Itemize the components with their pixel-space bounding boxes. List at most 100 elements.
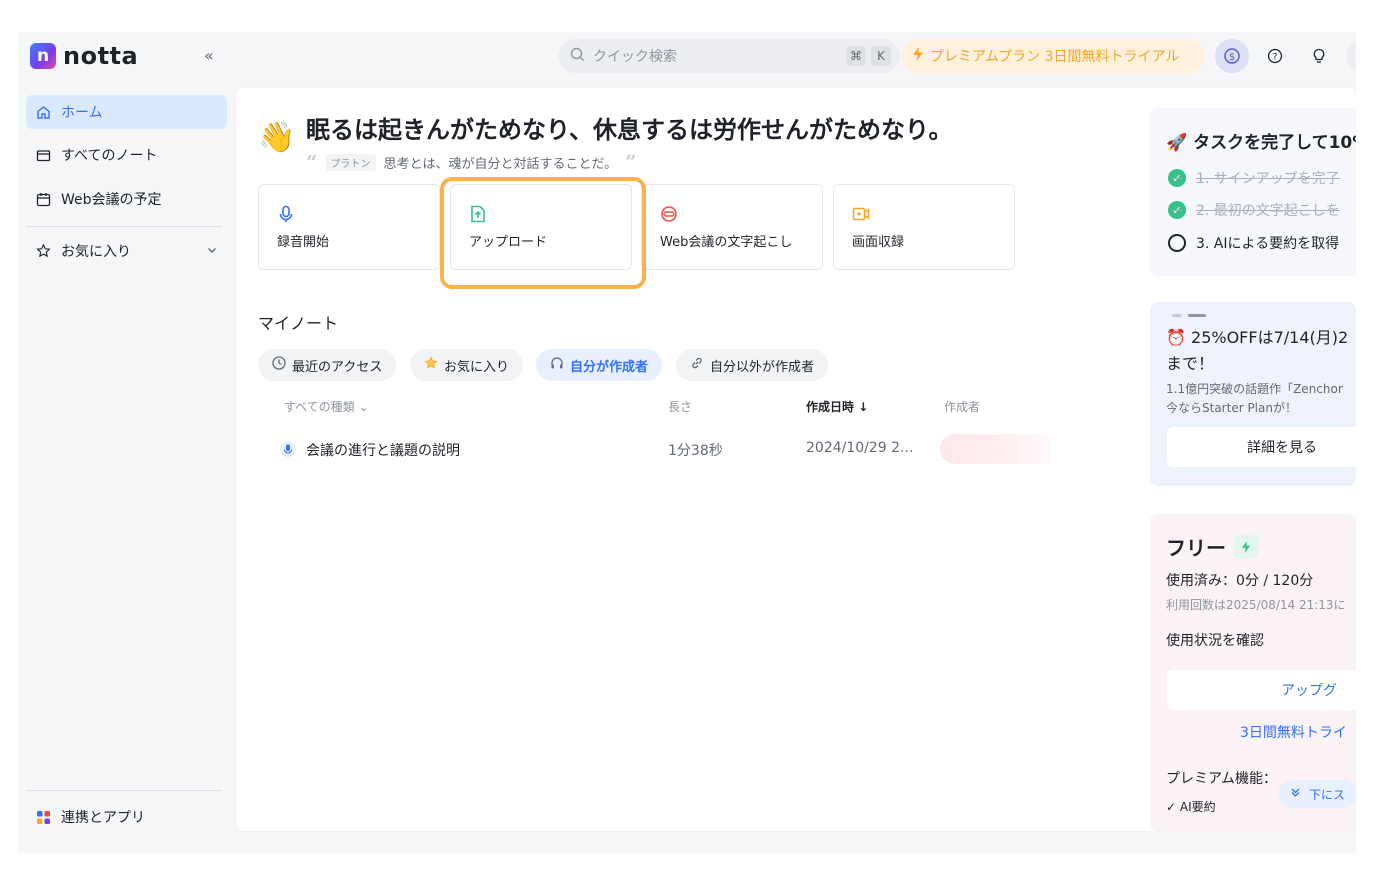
filter-recent[interactable]: 最近のアクセス xyxy=(258,349,397,381)
shortcut-key-k: K xyxy=(871,46,891,66)
sidebar-item-home[interactable]: ホーム xyxy=(26,95,227,129)
task-item-ai-summary[interactable]: 3. AIによる要約を取得 xyxy=(1168,233,1339,253)
search-input[interactable]: クイック検索 ⌘ K xyxy=(558,39,900,73)
svg-text:$: $ xyxy=(1229,52,1235,63)
lightbulb-icon[interactable] xyxy=(1302,39,1336,73)
meeting-link-icon xyxy=(661,206,677,222)
filter-favorites[interactable]: お気に入り xyxy=(410,349,524,381)
note-created: 2024/10/29 2... xyxy=(806,440,914,456)
quote-author: プラトン xyxy=(325,153,376,171)
sidebar-bottom-divider xyxy=(26,790,222,791)
search-placeholder: クイック検索 xyxy=(593,49,677,65)
feature-ai-summary: ✓ AI要約 xyxy=(1166,800,1216,814)
plan-name: フリー xyxy=(1166,536,1226,560)
sidebar-item-label: お気に入り xyxy=(61,244,131,260)
screen-record-label: 画面収録 xyxy=(852,235,905,250)
upload-button[interactable]: アップロード xyxy=(450,184,632,270)
filter-created-by-others[interactable]: 自分以外が作成者 xyxy=(676,349,829,381)
upload-label: アップロード xyxy=(469,235,548,250)
filter-created-by-me[interactable]: 自分が作成者 xyxy=(536,349,663,381)
sidebar-item-all-notes[interactable]: すべてのノート xyxy=(26,138,227,172)
sidebar-item-integrations[interactable]: 連携とアプリ xyxy=(26,800,227,834)
home-icon xyxy=(36,105,51,120)
offer-card: ⏰ 25%OFFは7/14(月)2 まで！ 1.1億円突破の話題作「Zencho… xyxy=(1150,302,1356,486)
sidebar-item-label: 連携とアプリ xyxy=(61,810,145,826)
check-icon: ✓ xyxy=(1168,169,1186,187)
sidebar-item-label: ホーム xyxy=(61,105,103,121)
link-icon xyxy=(690,356,704,374)
column-type-label: すべての種類 xyxy=(284,400,355,414)
filter-label: 最近のアクセス xyxy=(292,359,383,375)
check-usage-link[interactable]: 使用状況を確認 xyxy=(1166,630,1264,650)
sidebar-item-label: すべてのノート xyxy=(61,148,158,164)
quote-text: 思考とは、魂が自分と対話することだ。 xyxy=(383,156,618,172)
record-button[interactable]: 録音開始 xyxy=(258,184,440,270)
task-label: 1. サインアップを完了 xyxy=(1196,171,1340,187)
notta-logo-mark-icon: n xyxy=(30,43,56,69)
creator-avatar xyxy=(940,434,1062,464)
task-item-signup[interactable]: ✓ 1. サインアップを完了 xyxy=(1168,168,1340,188)
plan-header: フリー xyxy=(1166,532,1258,561)
app-window: n notta « ホーム すべてのノート Web会議の予定 お気に入り 連携と… xyxy=(18,32,1356,853)
sidebar-item-label: Web会議の予定 xyxy=(61,192,162,208)
sidebar-item-favorites[interactable]: お気に入り xyxy=(26,234,227,268)
column-creator[interactable]: 作成者 xyxy=(944,398,980,415)
open-quote-icon: “ xyxy=(306,150,318,174)
record-label: 録音開始 xyxy=(277,235,330,250)
scroll-down-label: 下にス xyxy=(1309,787,1346,802)
meeting-transcribe-label: Web会議の文字起こし xyxy=(660,235,793,250)
chevron-down-icon[interactable] xyxy=(207,244,217,258)
premium-trial-button[interactable]: プレミアムプラン 3日間無料トライアル xyxy=(902,39,1205,73)
plan-usage: 使用済み：0分 / 120分 xyxy=(1166,573,1314,589)
plan-card: フリー 使用済み：0分 / 120分 利用回数は2025/08/14 21:13… xyxy=(1150,514,1356,831)
task-label: 2. 最初の文字起こしを xyxy=(1196,203,1340,219)
check-icon: ✓ xyxy=(1168,201,1186,219)
notta-logo[interactable]: n notta xyxy=(30,42,138,70)
note-title: 会議の進行と議題の説明 xyxy=(306,443,460,459)
column-type-filter[interactable]: すべての種類 ⌄ xyxy=(284,398,369,415)
search-icon xyxy=(570,47,585,66)
double-chevron-down-icon xyxy=(1290,787,1301,801)
clock-icon xyxy=(272,356,286,374)
offer-title-line2: まで！ xyxy=(1166,354,1215,373)
lightning-icon xyxy=(1234,534,1258,559)
free-trial-link[interactable]: 3日間無料トライ xyxy=(1240,722,1347,742)
collapse-sidebar-icon[interactable]: « xyxy=(204,46,214,65)
column-created-label: 作成日時 xyxy=(806,400,855,414)
table-row[interactable]: 会議の進行と議題の説明 1分38秒 2024/10/29 2... xyxy=(258,428,1108,470)
filter-label: 自分が作成者 xyxy=(570,359,649,375)
recording-note-icon xyxy=(280,441,296,461)
screen-record-icon xyxy=(852,207,870,221)
offer-details-button[interactable]: 詳細を見る xyxy=(1167,427,1356,467)
filter-label: お気に入り xyxy=(444,359,510,375)
column-length[interactable]: 長さ xyxy=(668,398,692,415)
offer-desc-line1: 1.1億円突破の話題作「Zenchor xyxy=(1166,382,1343,396)
offer-desc-line2: 今ならStarter Planが！ xyxy=(1166,401,1297,415)
quote-title: 眠るは起きんがためなり、休息するは労作せんがためなり。 xyxy=(306,116,953,144)
task-item-first-transcription[interactable]: ✓ 2. 最初の文字起こしを xyxy=(1168,200,1340,220)
task-title: 🚀 タスクを完了して10% xyxy=(1166,133,1356,153)
billing-icon[interactable]: $ xyxy=(1215,39,1249,73)
premium-features-title: プレミアム機能： xyxy=(1166,771,1278,787)
microphone-icon xyxy=(279,205,293,222)
help-icon[interactable]: ? xyxy=(1258,39,1292,73)
task-label: 3. AIによる要約を取得 xyxy=(1196,236,1340,252)
scroll-down-button[interactable]: 下にス xyxy=(1278,780,1356,808)
screen-record-button[interactable]: 画面収録 xyxy=(833,184,1015,270)
upgrade-button[interactable]: アップグ xyxy=(1167,670,1356,710)
headphone-icon xyxy=(550,356,564,374)
waving-hand-icon: 👋 xyxy=(258,120,296,155)
meeting-transcribe-button[interactable]: Web会議の文字起こし xyxy=(641,184,823,270)
quote-subtitle: “ プラトン 思考とは、魂が自分と対話することだ。 ” xyxy=(306,150,637,174)
filter-label: 自分以外が作成者 xyxy=(710,359,815,375)
shortcut-key-cmd: ⌘ xyxy=(846,46,866,66)
premium-trial-label: プレミアムプラン 3日間無料トライアル xyxy=(930,49,1180,65)
sidebar-item-meetings[interactable]: Web会議の予定 xyxy=(26,182,227,216)
carousel-dot[interactable] xyxy=(1172,314,1182,317)
avatar[interactable] xyxy=(1346,39,1356,73)
column-created[interactable]: 作成日時 ↓ xyxy=(806,398,868,415)
folder-icon xyxy=(36,148,51,163)
carousel-dot-active[interactable] xyxy=(1188,314,1206,317)
sort-down-icon: ↓ xyxy=(858,400,869,414)
plan-reset-info: 利用回数は2025/08/14 21:13に xyxy=(1166,598,1346,612)
